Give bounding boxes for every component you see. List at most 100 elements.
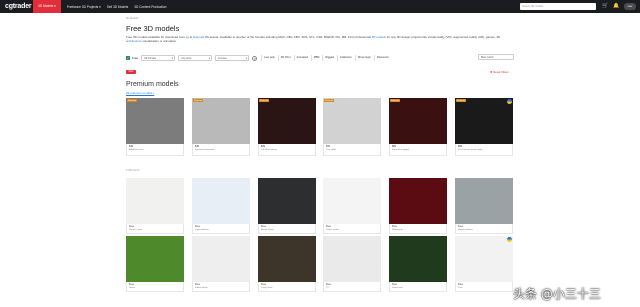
- model-price: Free: [129, 283, 134, 286]
- model-name[interactable]: Range Rover: [261, 229, 313, 231]
- nav-sell[interactable]: Sell 3D Models: [107, 5, 128, 9]
- model-name[interactable]: Tree: [458, 287, 510, 289]
- nav-3d-models[interactable]: 3D Models ▾: [33, 0, 61, 13]
- model-name[interactable]: Living room: [261, 287, 313, 289]
- model-thumbnail[interactable]: Premium: [389, 98, 447, 144]
- model-thumbnail[interactable]: Premium: [258, 98, 316, 144]
- filter-discounts[interactable]: Discounts: [373, 55, 391, 61]
- filter-show-login[interactable]: Show login: [354, 55, 373, 61]
- reset-filters-link[interactable]: ✖ Reset Filters: [490, 70, 509, 74]
- model-name[interactable]: Plants in pots: [129, 229, 181, 231]
- model-price: Free: [326, 283, 331, 286]
- model-name[interactable]: TV: [326, 287, 378, 289]
- model-card[interactable]: Premium $69 Sci-fi warrior game ready: [455, 98, 513, 156]
- page-title: Free 3D models: [126, 24, 180, 33]
- avatar[interactable]: user: [624, 3, 636, 10]
- model-card[interactable]: Free Tree: [455, 236, 513, 292]
- model-thumbnail[interactable]: [126, 178, 184, 224]
- model-card[interactable]: Free Living room: [258, 236, 316, 292]
- filter-animated[interactable]: Animated: [293, 55, 310, 61]
- model-card[interactable]: Premium $49 Astronaut suits: [126, 98, 184, 156]
- model-name[interactable]: Light switches: [195, 229, 247, 231]
- cgtrader-logo[interactable]: cgtrader: [5, 3, 32, 10]
- model-name[interactable]: Modern interior: [458, 229, 510, 231]
- model-card[interactable]: Free Light switches: [192, 178, 250, 234]
- top-search-input[interactable]: Search 3D models: [520, 3, 596, 10]
- model-card[interactable]: Free Range Rover: [258, 178, 316, 234]
- model-card[interactable]: Free Grass: [126, 236, 184, 292]
- model-name[interactable]: Superhero rigged: [392, 149, 444, 151]
- model-name[interactable]: Indoor plants: [195, 287, 247, 289]
- model-thumbnail[interactable]: [455, 178, 513, 224]
- premium-tag: Premium: [259, 99, 270, 102]
- model-thumbnail[interactable]: [323, 178, 381, 224]
- filter-low-poly[interactable]: Low poly: [261, 55, 277, 61]
- ukraine-flag-icon: [507, 99, 512, 104]
- format-select[interactable]: All formats: [141, 55, 176, 62]
- model-name[interactable]: Green wall: [392, 287, 444, 289]
- price-select[interactable]: Any price: [178, 55, 213, 62]
- cart-icon[interactable]: 🛒: [602, 3, 609, 10]
- link-3d-models[interactable]: 3D models: [372, 35, 386, 39]
- model-name[interactable]: Astronaut suits: [129, 149, 181, 151]
- model-thumbnail[interactable]: Premium: [455, 98, 513, 144]
- help-icon[interactable]: ?: [252, 55, 258, 61]
- ukraine-flag-icon: [507, 237, 512, 242]
- model-card[interactable]: Premium $19 Coin relief: [323, 98, 381, 156]
- model-card[interactable]: Free Motorcycle: [389, 178, 447, 234]
- model-thumbnail[interactable]: [389, 236, 447, 282]
- model-card[interactable]: Free Indoor plants: [192, 236, 250, 292]
- model-card[interactable]: Free Modern interior: [455, 178, 513, 234]
- bell-icon[interactable]: 🔔: [613, 3, 620, 10]
- model-card[interactable]: Premium $89 Superhero rigged: [389, 98, 447, 156]
- filter-collection[interactable]: Collection: [336, 55, 354, 61]
- model-thumbnail[interactable]: [258, 236, 316, 282]
- model-thumbnail[interactable]: [192, 178, 250, 224]
- model-name[interactable]: Motorcycle: [392, 229, 444, 231]
- model-name[interactable]: Sci-fi warrior game ready: [458, 149, 510, 151]
- model-card[interactable]: Premium $39 Spacesuit astronaut: [192, 98, 250, 156]
- filter-3d-print[interactable]: 3D Print: [277, 55, 293, 61]
- model-thumbnail[interactable]: Premium: [192, 98, 250, 144]
- model-thumbnail[interactable]: [323, 236, 381, 282]
- model-name[interactable]: Coin relief: [326, 149, 378, 151]
- model-card[interactable]: Premium $29 Iron Man helmet: [258, 98, 316, 156]
- license-select[interactable]: License: [215, 55, 250, 62]
- model-price: $29: [261, 145, 265, 148]
- model-card-info: Free Indoor plants: [192, 282, 250, 292]
- model-price: Free: [129, 225, 134, 228]
- model-thumbnail[interactable]: [455, 236, 513, 282]
- model-thumbnail[interactable]: Premium: [126, 98, 184, 144]
- model-card[interactable]: Free Green wall: [389, 236, 447, 292]
- model-price: Free: [195, 283, 200, 286]
- breadcrumb[interactable]: 3D Models: [126, 17, 138, 20]
- filter-pbr[interactable]: PBR: [310, 55, 322, 61]
- premium-models-link[interactable]: All premium models ›: [126, 91, 154, 95]
- free-label: Free: [132, 56, 139, 60]
- nav-content-production[interactable]: 3D Content Production: [134, 5, 166, 9]
- model-thumbnail[interactable]: [192, 236, 250, 282]
- filter-rigged[interactable]: Rigged: [322, 55, 336, 61]
- model-card[interactable]: Free Tennis racket: [323, 178, 381, 234]
- link-architecture[interactable]: architecture: [126, 39, 142, 43]
- model-thumbnail[interactable]: Premium: [323, 98, 381, 144]
- link-licensed[interactable]: licensed: [193, 35, 204, 39]
- model-card-info: Free Green wall: [389, 282, 447, 292]
- model-price: Free: [392, 225, 397, 228]
- model-thumbnail[interactable]: [258, 178, 316, 224]
- model-name[interactable]: Grass: [129, 287, 181, 289]
- sort-select[interactable]: Best match: [478, 54, 514, 60]
- model-name[interactable]: Tennis racket: [326, 229, 378, 231]
- model-name[interactable]: Spacesuit astronaut: [195, 149, 247, 151]
- model-price: $19: [326, 145, 330, 148]
- model-card-info: Free TV: [323, 282, 381, 292]
- model-thumbnail[interactable]: [126, 236, 184, 282]
- free-checkbox[interactable]: ✓: [126, 56, 130, 60]
- model-card[interactable]: Free Plants in pots: [126, 178, 184, 234]
- model-card-info: Free Light switches: [192, 224, 250, 234]
- model-card[interactable]: Free TV: [323, 236, 381, 292]
- nav-freelance[interactable]: Freelance 3D Projects ▾: [67, 5, 101, 9]
- model-thumbnail[interactable]: [389, 178, 447, 224]
- model-card-info: Free Modern interior: [455, 224, 513, 234]
- model-name[interactable]: Iron Man helmet: [261, 149, 313, 151]
